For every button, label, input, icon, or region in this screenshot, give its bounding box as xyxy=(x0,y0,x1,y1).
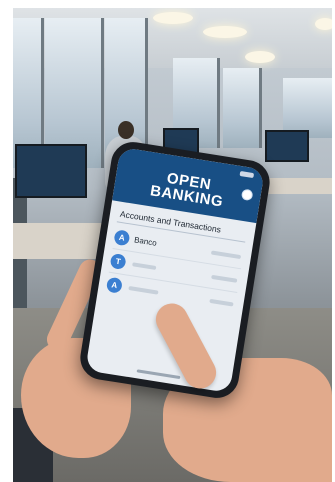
monitor xyxy=(15,144,87,198)
home-indicator xyxy=(136,369,181,380)
ceiling-light xyxy=(245,51,275,63)
ceiling-light xyxy=(153,12,193,24)
window xyxy=(283,78,332,138)
coworker-head xyxy=(118,121,134,139)
blurred-name xyxy=(132,262,157,270)
account-badge: A xyxy=(105,276,123,294)
blurred-amount xyxy=(211,274,238,283)
blurred-amount xyxy=(209,298,234,307)
blurred-name xyxy=(128,285,159,295)
window xyxy=(223,68,262,148)
account-badge: T xyxy=(109,252,127,271)
blurred-amount xyxy=(210,250,242,260)
monitor xyxy=(265,130,309,162)
account-name: Banco xyxy=(133,235,158,248)
ceiling-light xyxy=(203,26,247,38)
ceiling-light xyxy=(315,18,332,30)
battery-icon xyxy=(239,170,255,179)
account-badge: A xyxy=(113,229,131,247)
